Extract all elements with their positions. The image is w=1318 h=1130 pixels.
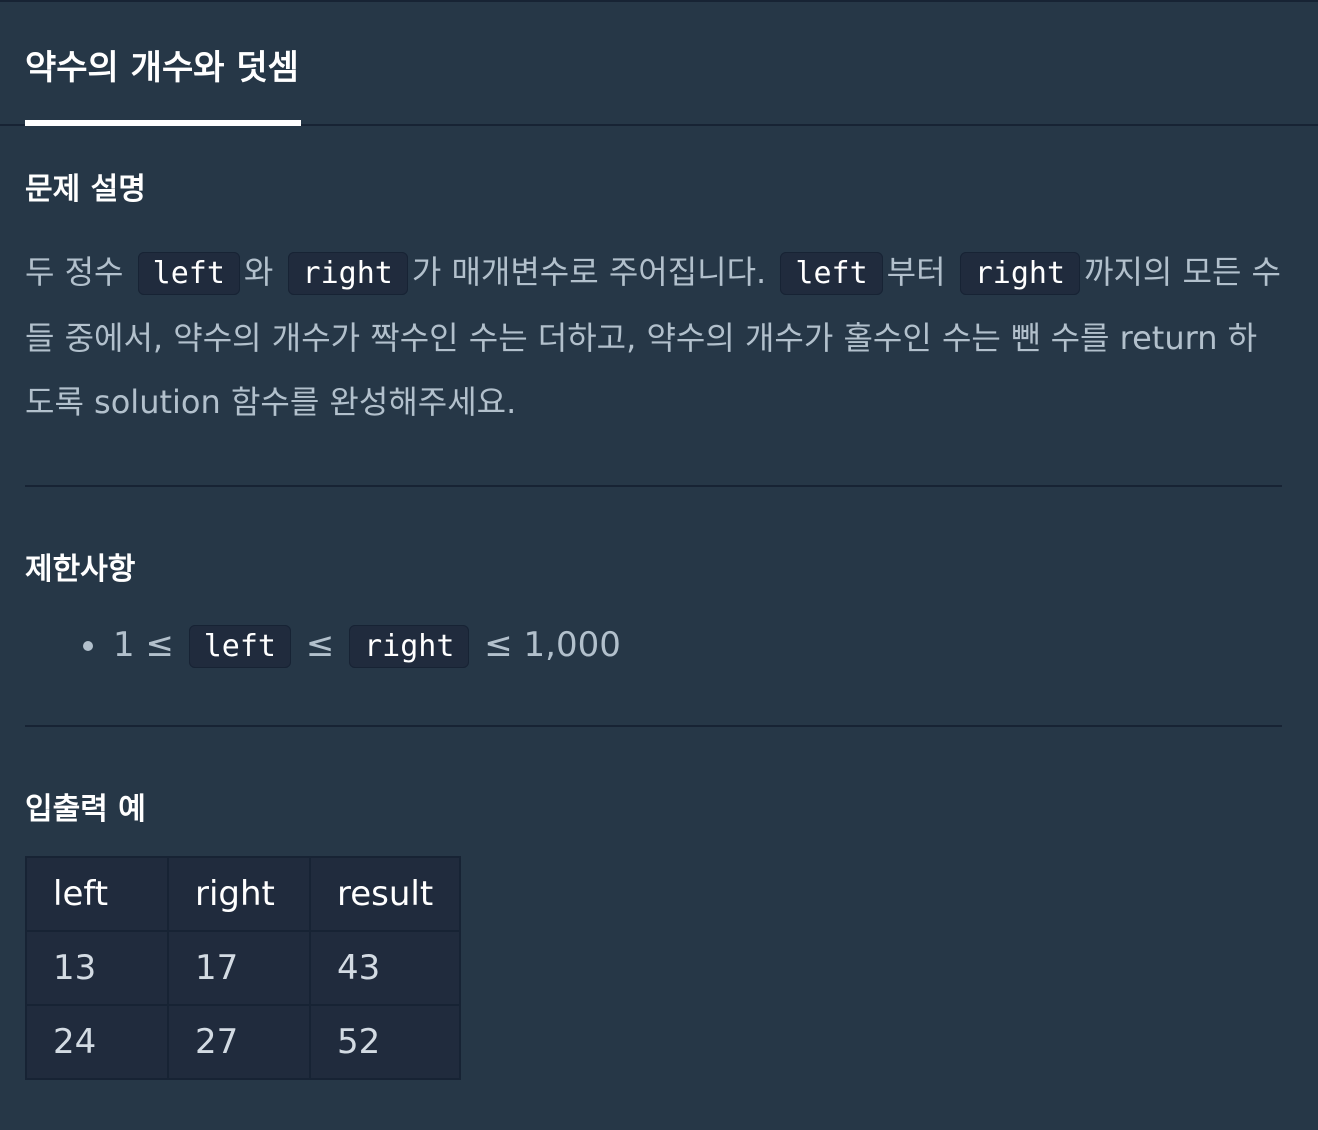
header-cell: left [25, 856, 169, 932]
table-cell: 27 [167, 1004, 311, 1080]
table-cell: 17 [167, 930, 311, 1006]
tab-problem[interactable]: 약수의 개수와 덧셈 [25, 2, 301, 126]
table-cell: 13 [25, 930, 169, 1006]
table-row: 24 27 52 [25, 1004, 462, 1080]
desc-text: 두 정수 [25, 253, 124, 291]
table-cell: 52 [308, 1004, 462, 1080]
table-cell: 43 [308, 930, 462, 1006]
code-left: left [780, 252, 883, 295]
active-tab-indicator [25, 120, 301, 126]
desc-text: 와 [243, 253, 274, 291]
table-cell: 24 [25, 1004, 169, 1080]
constraint-text: 1 ≤ [113, 625, 174, 665]
header-cell: result [308, 856, 462, 932]
code-left: left [137, 252, 240, 295]
io-example-table: left right result 13 17 43 24 27 52 [25, 856, 462, 1080]
constraint-item: 1 ≤ left ≤ right ≤ 1,000 [83, 610, 621, 682]
section-divider [25, 485, 1282, 487]
table-row: 13 17 43 [25, 930, 462, 1006]
code-right: right [349, 625, 470, 668]
code-right: right [287, 252, 408, 295]
constraint-text: ≤ [305, 625, 335, 665]
constraint-text: ≤ 1,000 [484, 625, 621, 665]
desc-text: 가 매개변수로 주어집니다. [411, 253, 767, 291]
description-title: 문제 설명 [25, 172, 146, 207]
tab-label: 약수의 개수와 덧셈 [25, 48, 299, 88]
table-header-row: left right result [25, 856, 462, 932]
description-text: 두 정수 left 와 right 가 매개변수로 주어집니다. left 부터 ri… [25, 240, 1282, 434]
tab-bar: 약수의 개수와 덧셈 [0, 2, 1318, 126]
section-divider [25, 725, 1282, 727]
desc-text: 부터 [886, 253, 946, 291]
code-left: left [188, 625, 291, 668]
io-title: 입출력 예 [25, 792, 146, 827]
code-right: right [959, 252, 1081, 295]
constraints-title: 제한사항 [25, 552, 136, 587]
constraints-list: 1 ≤ left ≤ right ≤ 1,000 [25, 610, 621, 682]
header-cell: right [167, 856, 311, 932]
